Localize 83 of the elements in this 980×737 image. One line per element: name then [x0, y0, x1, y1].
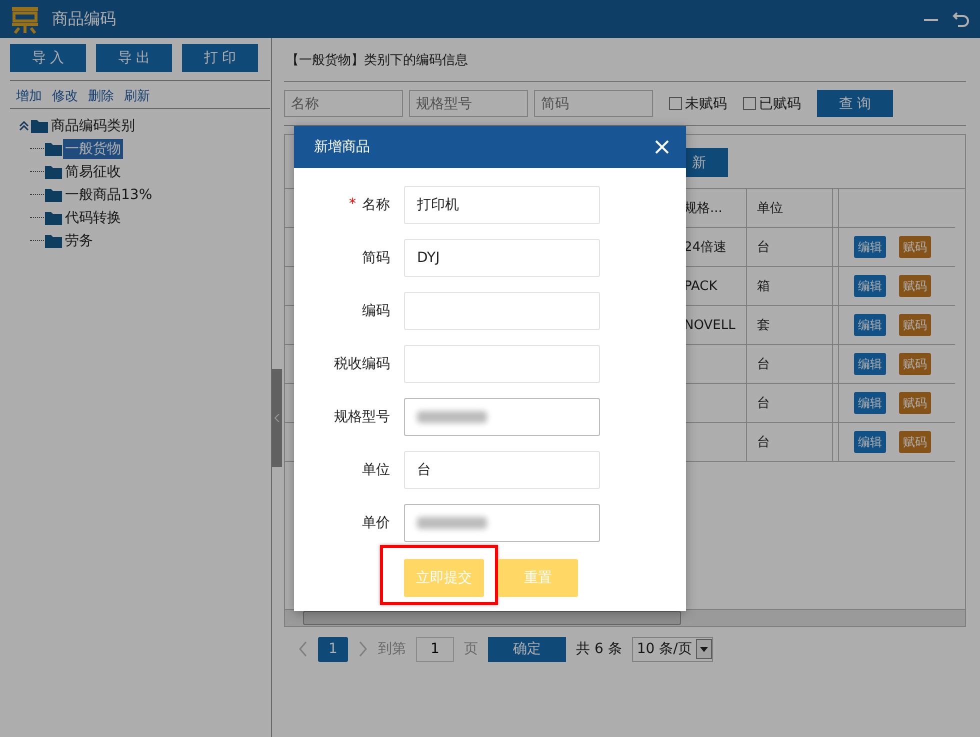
table-cell: 台: [747, 384, 833, 423]
checkbox-label: 未赋码: [685, 94, 727, 112]
folder-icon: [45, 210, 62, 224]
assign-code-button[interactable]: 赋码: [899, 275, 931, 297]
dropdown-caret-icon: [700, 646, 708, 652]
folder-icon: [45, 164, 62, 178]
checkbox-label: 已赋码: [759, 94, 801, 112]
edit-button[interactable]: 编辑: [854, 275, 886, 297]
edit-button[interactable]: 编辑: [854, 392, 886, 414]
page-input[interactable]: 1: [416, 636, 454, 662]
close-icon[interactable]: [654, 139, 670, 155]
action-link[interactable]: 增加: [16, 87, 42, 108]
scrollbar-thumb[interactable]: [303, 611, 681, 625]
collapse-caret-icon[interactable]: [18, 120, 30, 132]
field-label: 单价: [362, 514, 390, 532]
table-cell: 箱: [747, 267, 833, 306]
field-label: 名称: [362, 196, 390, 214]
tree-item[interactable]: 劳务: [63, 230, 95, 250]
input-field[interactable]: [404, 292, 600, 330]
edit-button[interactable]: 编辑: [854, 236, 886, 258]
tree-item[interactable]: 商品编码类别: [49, 116, 137, 136]
toolbar-button[interactable]: 导 出: [96, 44, 172, 72]
edit-button[interactable]: 编辑: [854, 314, 886, 336]
tree-item[interactable]: 简易征收: [63, 162, 123, 182]
back-arrow-icon[interactable]: [952, 10, 970, 28]
tree-item[interactable]: 代码转换: [63, 208, 123, 228]
blurred-value: [417, 517, 487, 529]
field-label: 税收编码: [334, 355, 390, 373]
next-page-icon[interactable]: [358, 641, 368, 657]
required-mark: *: [349, 196, 356, 214]
folder-icon: [45, 142, 62, 156]
field-label: 简码: [362, 249, 390, 267]
page-size-select[interactable]: 10 条/页: [632, 636, 713, 662]
table-cell: 台: [747, 345, 833, 384]
page-unit-label: 页: [464, 640, 478, 658]
blurred-value: [417, 411, 487, 423]
tree-item[interactable]: 一般货物: [63, 138, 123, 158]
folder-icon: [45, 234, 62, 248]
filter-field[interactable]: 名称: [284, 90, 403, 117]
table-cell: 台: [747, 228, 833, 267]
toolbar-button[interactable]: 打 印: [182, 44, 258, 72]
input-field[interactable]: 打印机: [404, 186, 600, 224]
input-field[interactable]: DYJ: [404, 239, 600, 277]
field-label: 单位: [362, 461, 390, 479]
assign-code-button[interactable]: 赋码: [899, 431, 931, 453]
checkbox[interactable]: [669, 97, 682, 110]
input-field[interactable]: [404, 398, 600, 436]
assign-code-button[interactable]: 赋码: [899, 353, 931, 375]
assign-code-button[interactable]: 赋码: [899, 236, 931, 258]
confirm-button[interactable]: 确定: [488, 636, 566, 662]
splitter-handle[interactable]: [272, 369, 282, 467]
column-header: 单位: [747, 189, 833, 228]
app-logo-icon: [10, 4, 40, 34]
checkbox[interactable]: [743, 97, 756, 110]
previous-page-icon[interactable]: [298, 641, 308, 657]
field-label: 规格型号: [334, 408, 390, 426]
page-number[interactable]: 1: [318, 636, 348, 662]
assign-code-button[interactable]: 赋码: [899, 314, 931, 336]
table-cell: 台: [747, 423, 833, 462]
action-link[interactable]: 修改: [52, 87, 78, 108]
window-title: 商品编码: [52, 8, 117, 30]
toolbar-button[interactable]: 导 入: [10, 44, 86, 72]
table-cell: 套: [747, 306, 833, 345]
tree-item[interactable]: 一般商品13%: [63, 184, 154, 204]
edit-button[interactable]: 编辑: [854, 431, 886, 453]
filter-field[interactable]: 规格型号: [409, 90, 528, 117]
goto-label: 到第: [378, 640, 406, 658]
field-label: 编码: [362, 302, 390, 320]
assign-code-button[interactable]: 赋码: [899, 392, 931, 414]
folder-icon: [31, 118, 48, 132]
filter-field[interactable]: 简码: [534, 90, 653, 117]
input-field[interactable]: [404, 504, 600, 542]
input-field[interactable]: [404, 345, 600, 383]
folder-icon: [45, 188, 62, 202]
input-field[interactable]: 台: [404, 451, 600, 489]
dialog-title: 新增商品: [314, 138, 370, 156]
panel-heading: 【一般货物】类别下的编码信息: [286, 52, 468, 68]
total-count: 共 6 条: [576, 640, 622, 658]
action-link[interactable]: 刷新: [124, 87, 150, 108]
horizontal-scrollbar[interactable]: [285, 609, 965, 626]
search-button[interactable]: 查 询: [817, 90, 893, 117]
action-link[interactable]: 删除: [88, 87, 114, 108]
edit-button[interactable]: 编辑: [854, 353, 886, 375]
